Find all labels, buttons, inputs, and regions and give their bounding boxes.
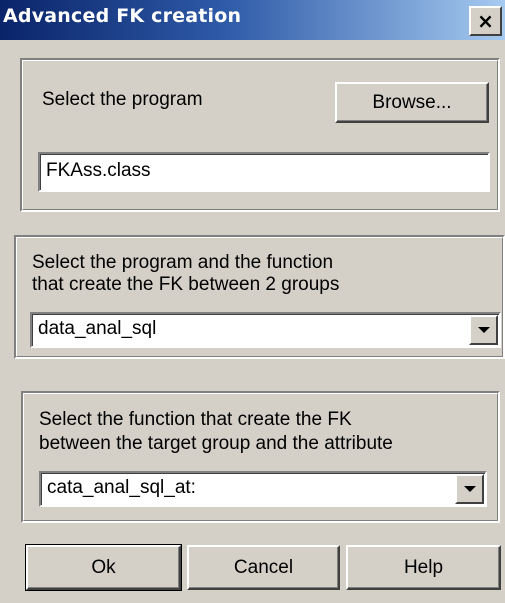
title-bar[interactable]: Advanced FK creation × — [0, 0, 505, 40]
attr-function-select[interactable]: cata_anal_sql_at: — [39, 471, 487, 507]
help-button[interactable]: Help — [346, 545, 501, 590]
chevron-down-icon — [463, 486, 476, 492]
program-label: Select the program — [42, 89, 203, 110]
ok-button-label: Ok — [91, 556, 116, 578]
close-button[interactable]: × — [469, 6, 502, 36]
browse-button[interactable]: Browse... — [335, 82, 489, 123]
ok-button[interactable]: Ok — [25, 544, 182, 591]
dialog-window: Advanced FK creation × Select the progra… — [0, 0, 505, 603]
attr-function-selected: cata_anal_sql_at: — [47, 477, 196, 498]
group-function-label-line1: Select the program and the function — [32, 252, 334, 273]
group-function-selected: data_anal_sql — [38, 318, 157, 339]
attr-function-label-line1: Select the function that create the FK — [39, 409, 352, 430]
attr-function-dropdown-button[interactable] — [455, 474, 484, 504]
program-path-value: FKAss.class — [46, 160, 151, 181]
attr-function-group: Select the function that create the FK b… — [21, 391, 500, 523]
browse-button-label: Browse... — [372, 91, 452, 113]
window-title: Advanced FK creation — [3, 5, 242, 27]
group-function-select[interactable]: data_anal_sql — [30, 312, 501, 348]
cancel-button-label: Cancel — [233, 556, 294, 578]
close-icon: × — [477, 9, 494, 33]
program-path-input[interactable]: FKAss.class — [38, 152, 490, 192]
group-function-group: Select the program and the function that… — [14, 235, 505, 359]
program-group: Select the program Browse... FKAss.class — [20, 58, 500, 212]
group-function-dropdown-button[interactable] — [469, 315, 498, 345]
cancel-button[interactable]: Cancel — [187, 545, 340, 590]
chevron-down-icon — [477, 327, 490, 333]
help-button-label: Help — [403, 556, 444, 578]
attr-function-label-line2: between the target group and the attribu… — [39, 433, 393, 454]
group-function-label-line2: that create the FK between 2 groups — [32, 274, 340, 295]
